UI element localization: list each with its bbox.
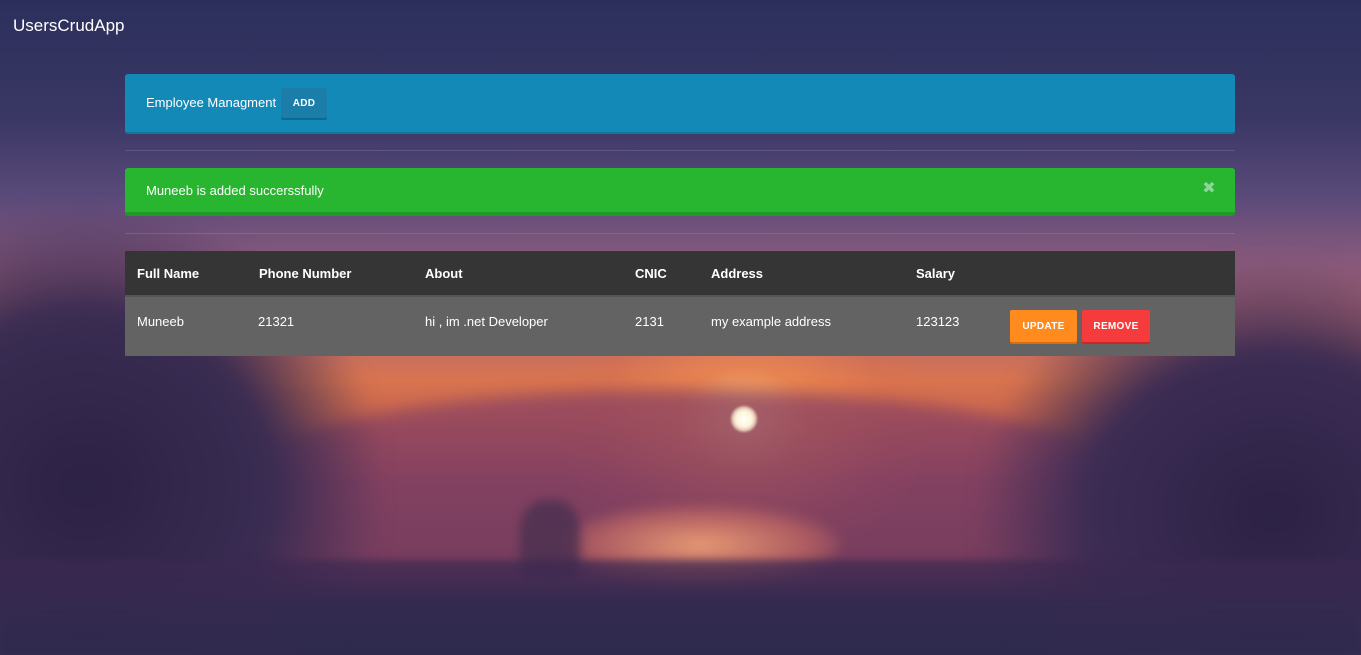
divider — [125, 150, 1235, 151]
column-header-cnic: CNIC — [635, 266, 667, 281]
success-alert: Muneeb is added succerssfully ✖ — [125, 168, 1235, 216]
alert-message: Muneeb is added succerssfully — [146, 183, 324, 198]
page-title: Employee Managment — [146, 95, 277, 110]
cell-phone-number: 21321 — [258, 314, 295, 329]
employee-management-panel: Employee Managment ADD — [125, 74, 1235, 134]
cell-cnic: 2131 — [635, 314, 664, 329]
cell-about: hi , im .net Developer — [425, 314, 548, 329]
cell-address: my example address — [711, 314, 831, 329]
add-button[interactable]: ADD — [281, 88, 327, 118]
navbar: UsersCrudApp — [0, 0, 1361, 52]
table-row: Muneeb 21321 hi , im .net Developer 2131… — [125, 297, 1235, 356]
app-brand[interactable]: UsersCrudApp — [13, 16, 125, 36]
ground — [0, 560, 1361, 655]
column-header-full-name: Full Name — [137, 266, 200, 281]
cell-full-name: Muneeb — [137, 314, 184, 329]
column-header-phone-number: Phone Number — [259, 266, 352, 281]
sun — [731, 406, 757, 432]
divider — [125, 233, 1235, 234]
cell-salary: 123123 — [916, 314, 960, 329]
remove-button[interactable]: REMOVE — [1082, 310, 1150, 342]
column-header-salary: Salary — [916, 266, 956, 281]
column-header-about: About — [425, 266, 463, 281]
column-header-address: Address — [711, 266, 764, 281]
close-icon[interactable]: ✖ — [1201, 181, 1217, 197]
table-header: Full Name Phone Number About CNIC Addres… — [125, 251, 1235, 297]
update-button[interactable]: UPDATE — [1010, 310, 1077, 342]
